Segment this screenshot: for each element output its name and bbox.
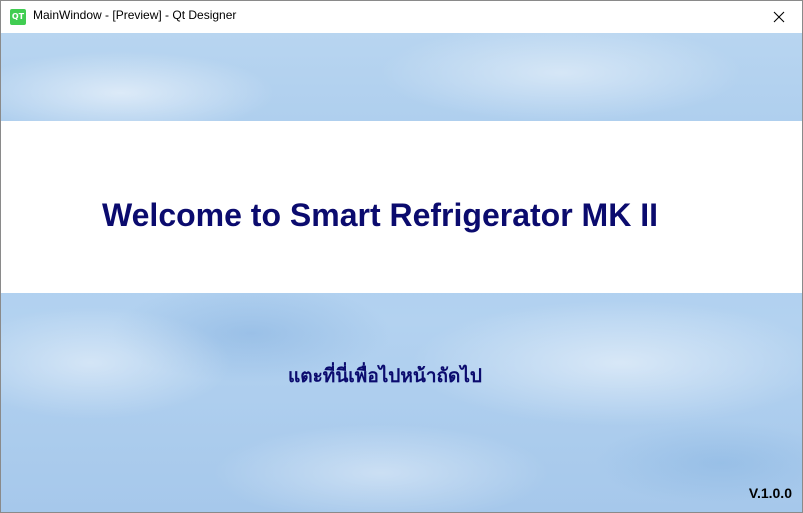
qt-designer-icon: QT: [10, 9, 26, 25]
tap-to-continue-label[interactable]: แตะที่นี่เพื่อไปหน้าถัดไป: [288, 361, 482, 391]
window-title: MainWindow - [Preview] - Qt Designer: [33, 8, 237, 22]
close-icon: [773, 11, 785, 22]
central-widget: Welcome to Smart Refrigerator MK II แตะท…: [1, 33, 802, 512]
welcome-heading: Welcome to Smart Refrigerator MK II: [102, 197, 658, 233]
title-bar[interactable]: QT MainWindow - [Preview] - Qt Designer: [1, 1, 802, 32]
main-window: QT MainWindow - [Preview] - Qt Designer …: [0, 0, 803, 513]
version-label: V.1.0.0: [748, 485, 792, 501]
close-button[interactable]: [756, 1, 802, 32]
